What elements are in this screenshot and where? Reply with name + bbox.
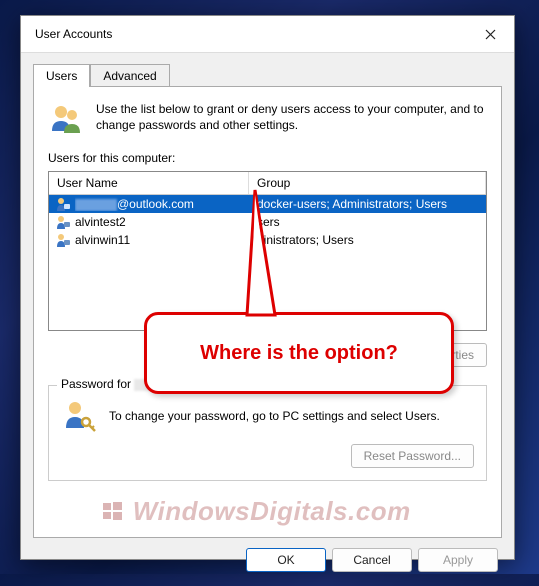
password-text: To change your password, go to PC settin… [109, 409, 440, 423]
callout-tail [237, 185, 297, 320]
user-icon [55, 196, 71, 212]
tab-bar: Users Advanced [21, 53, 514, 86]
users-icon [48, 101, 84, 137]
column-header-username[interactable]: User Name [49, 172, 249, 194]
window-title: User Accounts [35, 27, 112, 41]
tab-advanced[interactable]: Advanced [90, 64, 169, 87]
tab-panel-users: Use the list below to grant or deny user… [33, 86, 502, 538]
close-button[interactable] [476, 24, 504, 44]
password-section: Password for @outlook.com To change your… [48, 385, 487, 481]
list-label: Users for this computer: [48, 151, 487, 165]
titlebar: User Accounts [21, 16, 514, 53]
tab-users[interactable]: Users [33, 64, 90, 87]
dialog-footer: OK Cancel Apply [21, 548, 514, 586]
row-username: alvinwin11 [75, 233, 249, 247]
close-icon [485, 29, 496, 40]
annotation-callout: Where is the option? [144, 312, 454, 394]
redacted-username [75, 199, 117, 211]
apply-button[interactable]: Apply [418, 548, 498, 572]
user-icon [55, 214, 71, 230]
reset-password-button[interactable]: Reset Password... [351, 444, 474, 468]
cancel-button[interactable]: Cancel [332, 548, 412, 572]
user-accounts-dialog: User Accounts Users Advanced Use the lis… [20, 15, 515, 560]
user-icon [55, 232, 71, 248]
callout-text: Where is the option? [200, 342, 398, 365]
row-username: alvintest2 [75, 215, 249, 229]
user-key-icon [61, 398, 97, 434]
intro-text: Use the list below to grant or deny user… [96, 101, 487, 133]
row-username: @outlook.com [75, 197, 249, 211]
ok-button[interactable]: OK [246, 548, 326, 572]
